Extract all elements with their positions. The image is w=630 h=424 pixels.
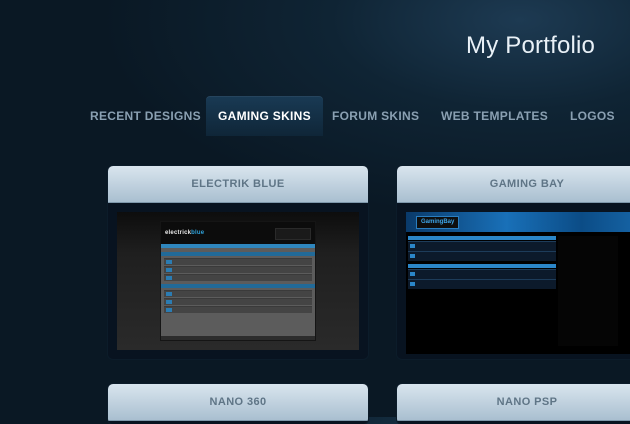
skin-category-bar [408,236,556,240]
portfolio-thumbnail[interactable]: GamingBay [406,212,630,354]
forum-row [408,241,556,251]
skin-category-bar [161,252,315,256]
skin-logo-accent: blue [191,230,205,236]
portfolio-card-title: NANO PSP [397,384,630,421]
portfolio-card-title: ELECTRIK BLUE [108,166,368,203]
forum-icon [166,300,172,304]
forum-row [164,298,312,305]
skin-logo-text: electrick [165,230,192,236]
skin-navbar [161,244,315,248]
skin-category-bar [408,264,556,268]
forum-row [164,266,312,273]
forum-icon [410,254,415,258]
skin-banner: GamingBay [406,212,630,232]
forum-row [408,279,556,289]
page-title: My Portfolio [466,32,596,59]
forum-icon [166,268,172,272]
portfolio-card-title: NANO 360 [108,384,368,421]
forum-row [164,290,312,297]
tab-recent-designs[interactable]: RECENT DESIGNS [90,96,201,136]
forum-row [164,274,312,281]
tab-forum-skins[interactable]: FORUM SKINS [332,96,419,136]
forum-icon [166,308,172,312]
forum-row [408,269,556,279]
category-nav: RECENT DESIGNS GAMING SKINS FORUM SKINS … [0,96,630,136]
skin-login-box [275,228,311,240]
forum-icon [166,292,172,296]
forum-icon [410,282,415,286]
skin-header: electrickblue [161,222,315,244]
skin-logo: electrickblue [165,230,204,236]
forum-icon [166,276,172,280]
tab-logos[interactable]: LOGOS [570,96,615,136]
tab-web-templates[interactable]: WEB TEMPLATES [441,96,548,136]
skin-sidebar [558,236,618,346]
portfolio-card-gaming-bay[interactable]: GAMING BAY GamingBay [397,166,630,359]
portfolio-card-title: GAMING BAY [397,166,630,203]
forum-row [164,306,312,313]
skin-category-bar [161,284,315,288]
forum-icon [166,260,172,264]
forum-row [408,251,556,261]
portfolio-card-nano-psp[interactable]: NANO PSP [397,384,630,424]
portfolio-card-nano-360[interactable]: NANO 360 [108,384,368,424]
forum-icon [410,272,415,276]
portfolio-thumbnail[interactable]: electrickblue [117,212,359,350]
forum-row [164,258,312,265]
forum-skin-preview: electrickblue [161,222,315,340]
forum-icon [410,244,415,248]
tab-gaming-skins[interactable]: GAMING SKINS [206,96,323,136]
skin-logo: GamingBay [416,216,460,229]
portfolio-card-electrik-blue[interactable]: ELECTRIK BLUE electrickblue [108,166,368,359]
skin-footer [161,336,315,340]
